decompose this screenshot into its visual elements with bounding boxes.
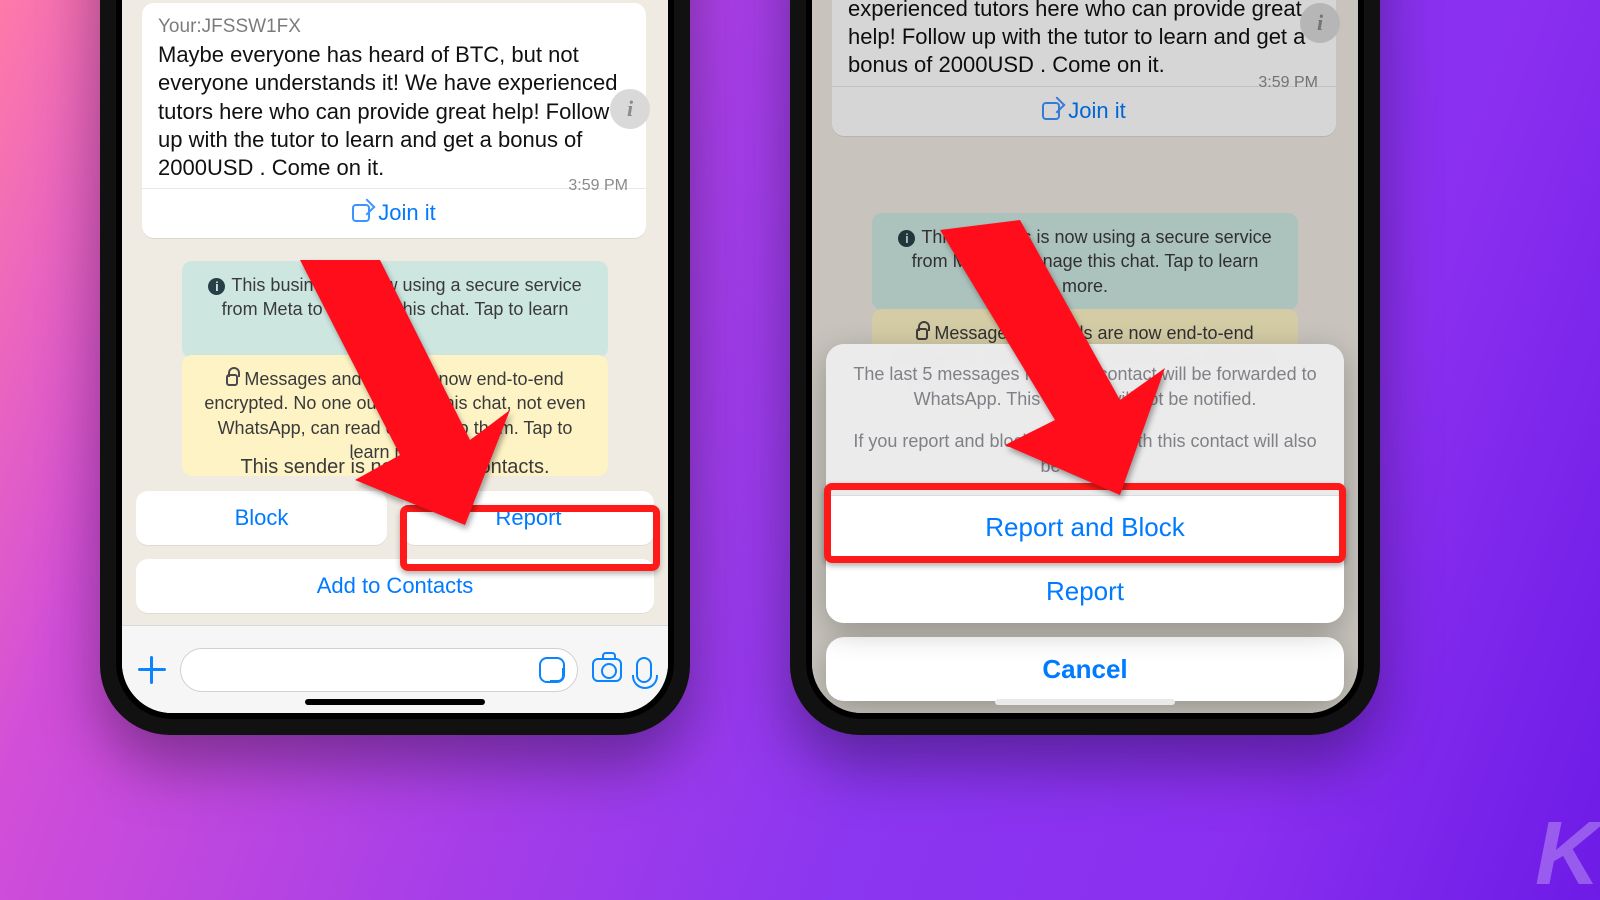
report-only-button[interactable]: Report [826, 559, 1344, 623]
home-indicator [305, 699, 485, 705]
add-to-contacts-button[interactable]: Add to Contacts [136, 559, 654, 613]
incoming-message[interactable]: Your:JFSSW1FX Maybe everyone has heard o… [142, 3, 646, 238]
device-right: but not everyone understands it! We have… [790, 0, 1380, 735]
report-and-block-label: Report and Block [985, 512, 1184, 543]
block-button[interactable]: Block [136, 491, 387, 545]
mic-icon[interactable] [636, 657, 652, 683]
lock-icon [226, 374, 238, 386]
tutorial-stage: Your:JFSSW1FX Maybe everyone has heard o… [0, 0, 1600, 900]
watermark: K [1535, 803, 1594, 900]
sheet-message-2: If you report and block, your chat with … [826, 419, 1344, 495]
secure-service-banner[interactable]: iThis business is now using a secure ser… [182, 261, 608, 358]
attach-plus-icon[interactable] [138, 656, 166, 684]
secure-service-text: This business is now using a secure serv… [222, 275, 582, 344]
info-badge-icon: i [208, 278, 225, 295]
unknown-sender-title: This sender is not in your contacts. [136, 456, 654, 479]
report-label: Report [495, 505, 561, 531]
info-icon[interactable]: i [610, 89, 650, 129]
report-action-sheet: The last 5 messages from this contact wi… [826, 344, 1344, 701]
external-link-icon [352, 204, 370, 222]
device-left: Your:JFSSW1FX Maybe everyone has heard o… [100, 0, 690, 735]
report-button[interactable]: Report [403, 491, 654, 545]
action-sheet-group: The last 5 messages from this contact wi… [826, 344, 1344, 623]
screen-right: but not everyone understands it! We have… [812, 0, 1358, 713]
message-input[interactable] [180, 648, 578, 692]
message-code: Your:JFSSW1FX [158, 15, 630, 39]
report-only-label: Report [1046, 576, 1124, 607]
sheet-message-1: The last 5 messages from this contact wi… [826, 344, 1344, 418]
cancel-button[interactable]: Cancel [826, 637, 1344, 701]
join-label: Join it [378, 199, 435, 227]
message-time: 3:59 PM [568, 176, 628, 196]
add-label: Add to Contacts [317, 573, 474, 599]
block-label: Block [235, 505, 289, 531]
screen-left: Your:JFSSW1FX Maybe everyone has heard o… [122, 0, 668, 713]
sticker-icon[interactable] [539, 657, 565, 683]
report-and-block-button[interactable]: Report and Block [826, 495, 1344, 559]
home-indicator [995, 699, 1175, 705]
cancel-label: Cancel [1042, 654, 1127, 685]
message-body: Maybe everyone has heard of BTC, but not… [158, 41, 630, 182]
unknown-sender-card: This sender is not in your contacts. Blo… [122, 442, 668, 625]
camera-icon[interactable] [592, 658, 622, 682]
